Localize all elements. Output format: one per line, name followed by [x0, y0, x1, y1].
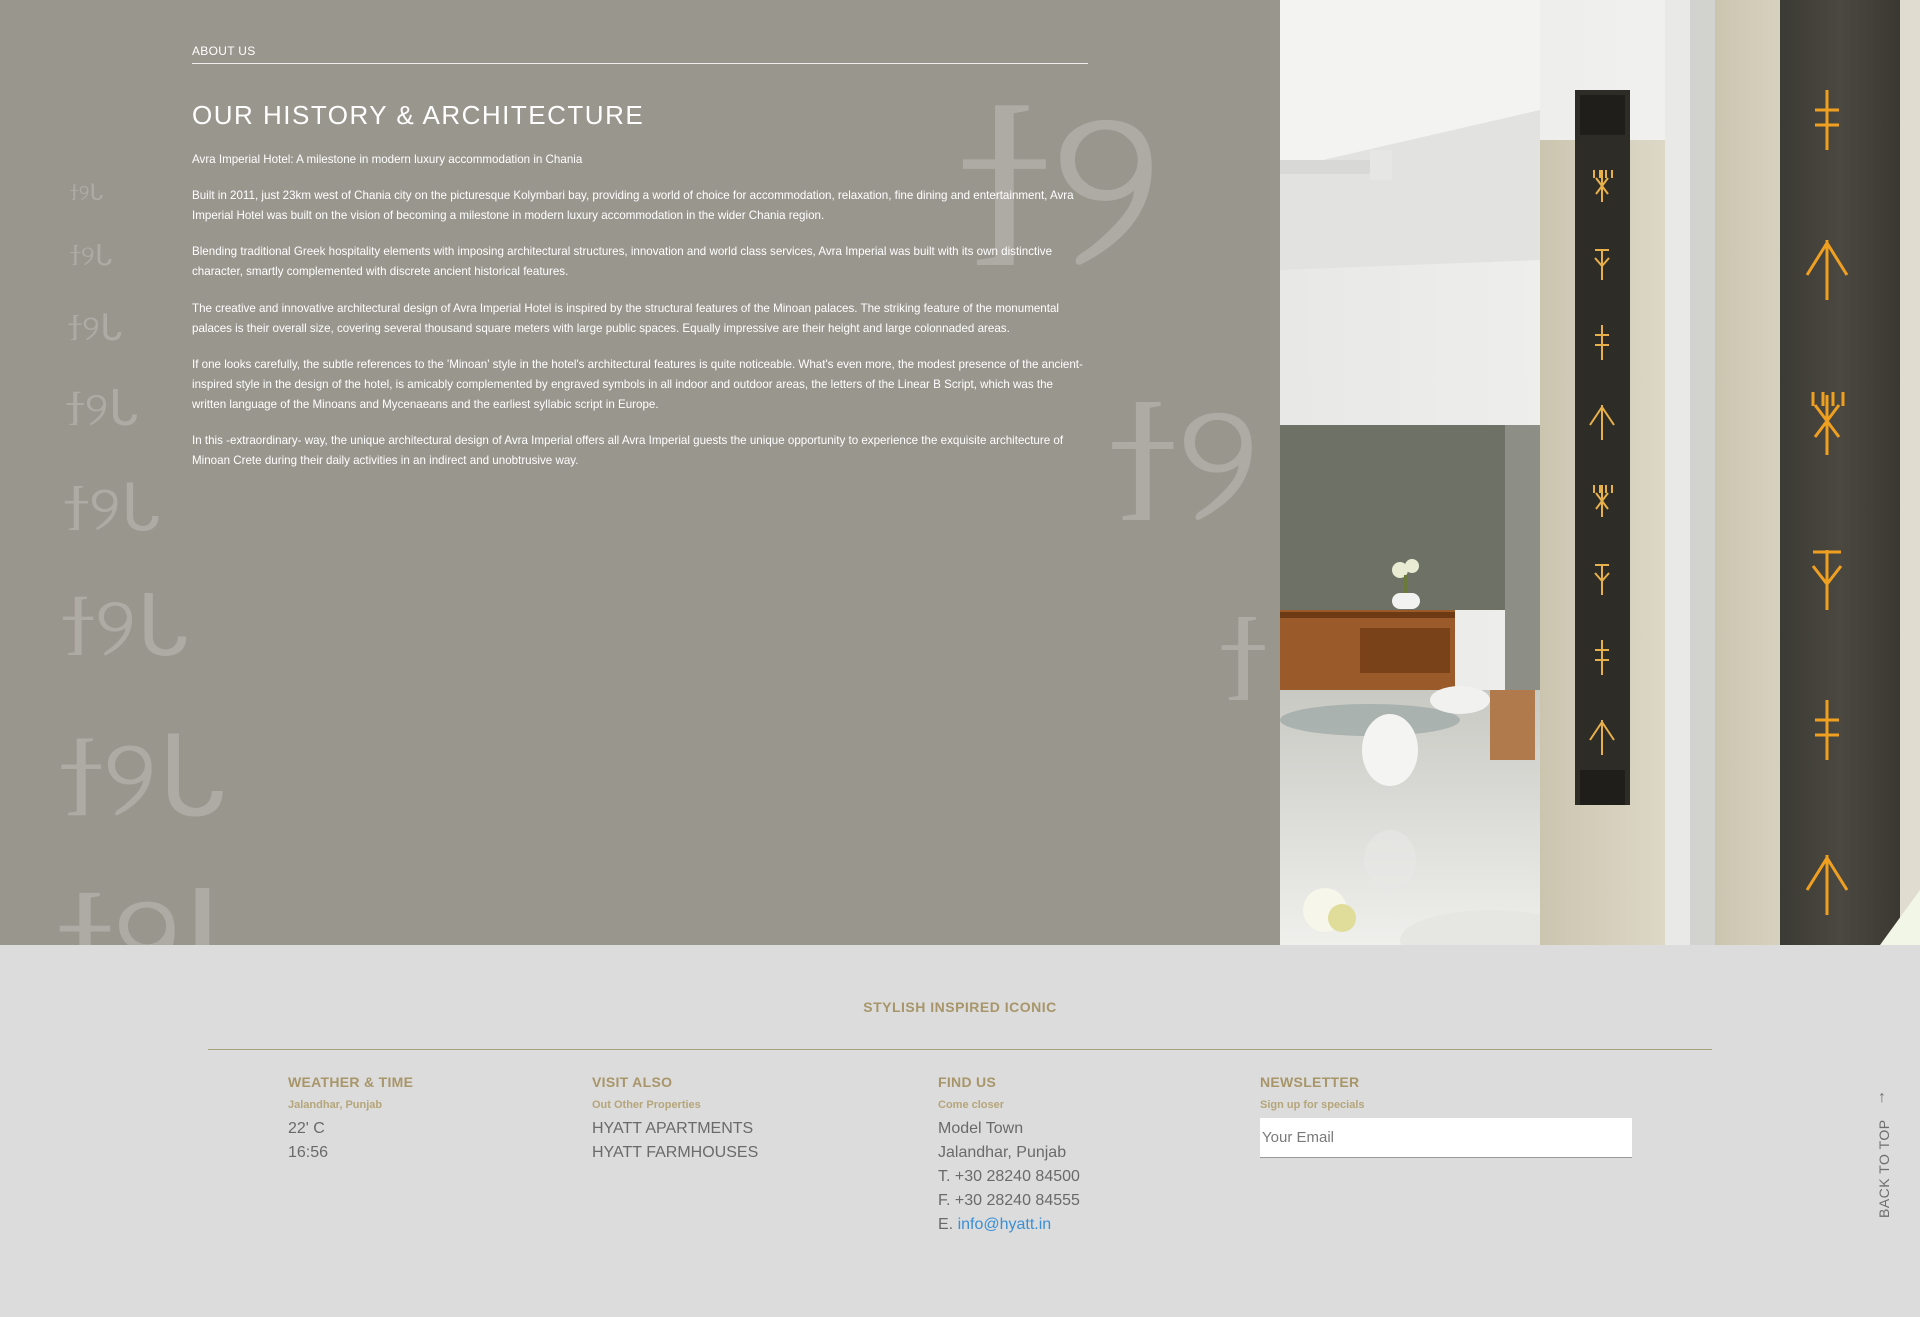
weather-location: Jalandhar, Punjab	[288, 1099, 383, 1111]
visit-also-subheading: Out Other Properties	[592, 1099, 701, 1111]
visit-also-column: VISIT ALSO Out Other Properties HYATT AP…	[592, 1074, 758, 1165]
divider	[192, 63, 1088, 64]
find-us-heading: FIND US	[938, 1074, 997, 1090]
footer-tagline: STYLISH INSPIRED ICONIC	[863, 999, 1057, 1015]
address-line: Model Town	[938, 1120, 1024, 1137]
svg-text:ϯ୨ᒐ: ϯ୨ᒐ	[64, 472, 161, 546]
body-paragraph: Blending traditional Greek hospitality e…	[192, 245, 1053, 278]
phone-number: T. +30 28240 84500	[938, 1168, 1080, 1185]
fax-number: F. +30 28240 84555	[938, 1192, 1080, 1209]
temperature-value: 22' C	[288, 1120, 325, 1137]
newsletter-email-input[interactable]	[1260, 1118, 1632, 1158]
intro-paragraph: Avra Imperial Hotel: A milestone in mode…	[192, 153, 583, 166]
linear-b-watermark: ϯ୨ᒐ ϯ୨ᒐ ϯ୨ᒐ ϯ୨ᒐ ϯ୨ᒐ ϯ୨ᒐ ϯ୨ᒐ ϯ୨ᒐ ϯ୨ ϯ୨ ϯ	[58, 53, 1266, 945]
email-prefix: E.	[938, 1216, 954, 1233]
visit-also-heading: VISIT ALSO	[592, 1074, 673, 1090]
svg-text:ϯ୨ᒐ: ϯ୨ᒐ	[70, 239, 112, 272]
address-line: Jalandhar, Punjab	[938, 1144, 1067, 1161]
find-us-subheading: Come closer	[938, 1099, 1005, 1111]
body-paragraph: If one looks carefully, the subtle refer…	[192, 358, 1083, 411]
svg-text:ϯ୨ᒐ: ϯ୨ᒐ	[68, 308, 122, 349]
newsletter-column: NEWSLETTER Sign up for specials	[1260, 1074, 1632, 1158]
svg-text:ϯ୨ᒐ: ϯ୨ᒐ	[66, 381, 139, 437]
body-paragraph: In this -extraordinary- way, the unique …	[192, 434, 1064, 467]
body-paragraph: The creative and innovative architectura…	[192, 302, 1059, 335]
email-line: E. info@hyatt.in	[938, 1213, 1080, 1237]
svg-text:ϯ୨: ϯ୨	[1110, 363, 1260, 561]
back-to-top-label: BACK TO TOP	[1876, 1119, 1892, 1218]
time-value: 16:56	[288, 1144, 329, 1161]
weather-heading: WEATHER & TIME	[288, 1074, 414, 1090]
property-link-farmhouses[interactable]: HYATT FARMHOUSES	[592, 1141, 758, 1165]
newsletter-subheading: Sign up for specials	[1260, 1099, 1365, 1111]
svg-text:ϯ୨ᒐ: ϯ୨ᒐ	[62, 577, 189, 675]
back-to-top-button[interactable]: ↑ BACK TO TOP	[1872, 1090, 1896, 1220]
newsletter-heading: NEWSLETTER	[1260, 1074, 1360, 1090]
page-title: OUR HISTORY & ARCHITECTURE	[192, 100, 645, 130]
about-section: ϯ୨ᒐ ϯ୨ᒐ ϯ୨ᒐ ϯ୨ᒐ ϯ୨ᒐ ϯ୨ᒐ ϯ୨ᒐ ϯ୨ᒐ ϯ୨ ϯ୨ ϯ …	[0, 0, 1920, 945]
weather-column: WEATHER & TIME Jalandhar, Punjab 22' C 1…	[288, 1074, 413, 1165]
section-eyebrow: ABOUT US	[192, 44, 256, 58]
footer-divider	[208, 1049, 1712, 1050]
svg-text:ϯ୨ᒐ: ϯ୨ᒐ	[58, 861, 270, 945]
body-paragraph: Built in 2011, just 23km west of Chania …	[192, 189, 1074, 222]
email-link[interactable]: info@hyatt.in	[958, 1216, 1052, 1233]
svg-text:ϯ: ϯ	[1220, 590, 1266, 729]
find-us-column: FIND US Come closer Model Town Jalandhar…	[938, 1074, 1080, 1237]
property-link-apartments[interactable]: HYATT APARTMENTS	[592, 1117, 758, 1141]
hotel-lobby-photo	[1280, 0, 1920, 945]
svg-text:ϯ୨ᒐ: ϯ୨ᒐ	[60, 713, 226, 841]
arrow-up-icon: ↑	[1878, 1089, 1886, 1106]
svg-text:ϯ୨ᒐ: ϯ୨ᒐ	[70, 181, 103, 206]
